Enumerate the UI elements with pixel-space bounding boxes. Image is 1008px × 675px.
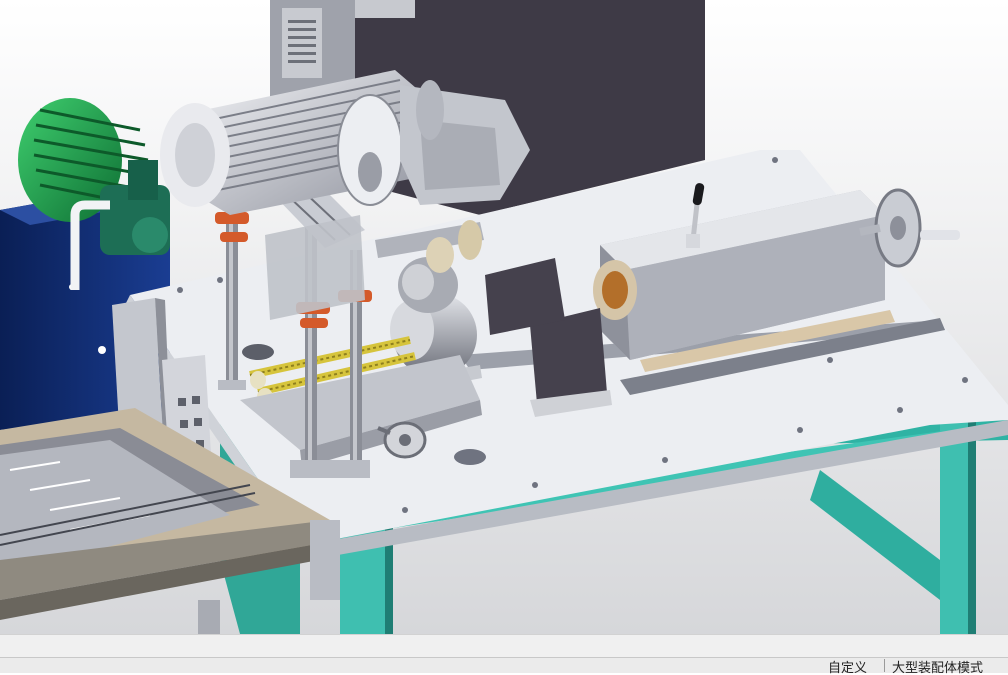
cad-3d-viewport[interactable] [0,0,1008,634]
units-status[interactable]: 自定义 [828,661,867,674]
status-bar: 自定义 大型装配体模式 [0,634,1008,675]
large-assembly-mode-status: 大型装配体模式 [892,660,984,675]
status-separator [884,659,885,672]
